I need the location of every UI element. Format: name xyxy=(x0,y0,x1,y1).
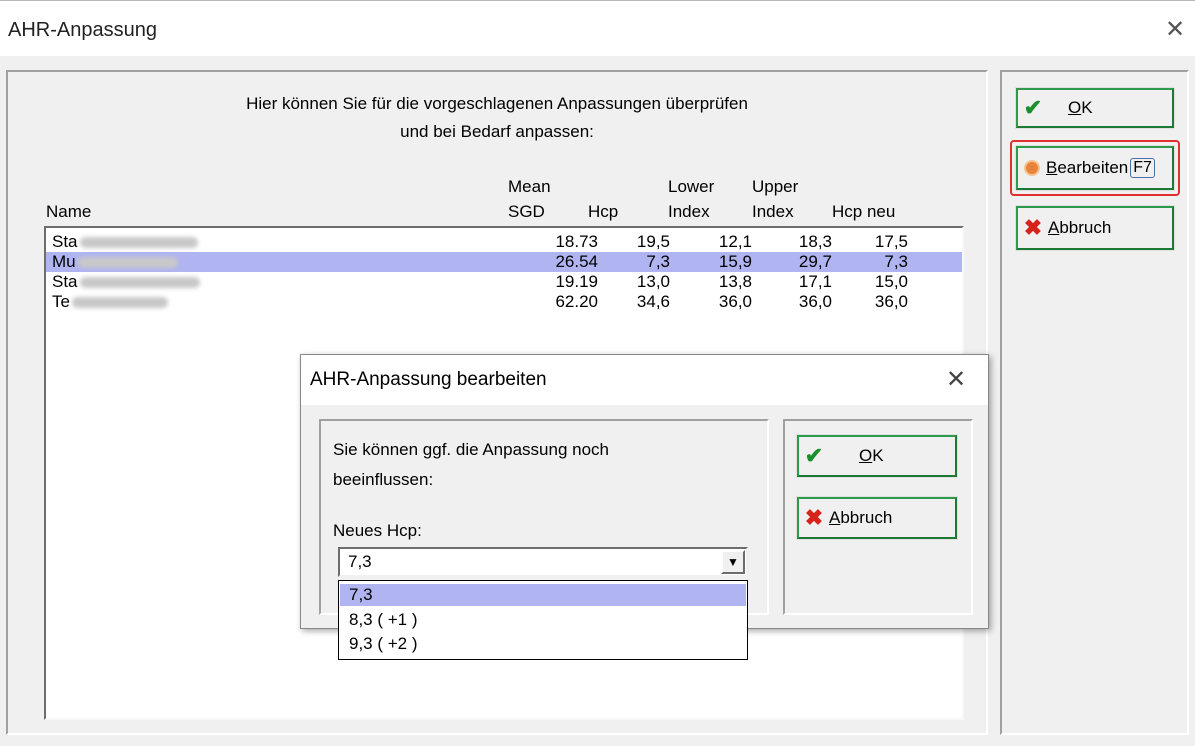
bearbeiten-button[interactable]: Bearbeiten F7 xyxy=(1016,146,1174,190)
ok-button-label: OK xyxy=(1068,98,1093,117)
close-icon[interactable]: ✕ xyxy=(1160,15,1190,44)
dialog-title: AHR-Anpassung bearbeiten xyxy=(310,369,547,390)
header-name: Name xyxy=(46,202,92,221)
dialog-ok-button[interactable]: ✔ OK xyxy=(797,435,957,477)
dropdown-arrow-icon[interactable]: ▼ xyxy=(721,550,745,574)
row-name: Mu xyxy=(52,252,76,271)
dialog-titlebar: AHR-Anpassung bearbeiten ✕ xyxy=(301,355,988,405)
shortcut-badge: F7 xyxy=(1130,158,1155,178)
check-icon: ✔ xyxy=(1023,95,1043,120)
bearbeiten-button-label: Bearbeiten xyxy=(1046,158,1129,177)
x-icon: ✖ xyxy=(804,505,824,530)
dialog-ok-label: OK xyxy=(859,446,884,465)
row-lower: 36,0 xyxy=(718,292,752,311)
main-titlebar: AHR-Anpassung ✕ xyxy=(0,0,1195,56)
header-mean-sgd: Mean SGD xyxy=(508,177,551,221)
table-row[interactable]: Sta 18.73 19,5 12,1 18,3 17,5 xyxy=(46,232,962,252)
ok-button[interactable]: ✔ OK xyxy=(1016,88,1174,128)
row-hcp: 7,3 xyxy=(646,252,670,271)
row-upper: 17,1 xyxy=(798,272,832,291)
row-hcp: 13,0 xyxy=(636,272,670,291)
row-lower: 13,8 xyxy=(718,272,752,291)
row-hcp: 19,5 xyxy=(636,232,670,251)
row-mean-sgd: 19.19 xyxy=(555,272,598,291)
header-hcp-neu: Hcp neu xyxy=(832,202,896,221)
redacted-name xyxy=(79,277,200,289)
table-row-selected[interactable]: Mu 26.54 7,3 15,9 29,7 7,3 xyxy=(46,252,962,272)
x-icon: ✖ xyxy=(1023,215,1043,240)
row-upper: 29,7 xyxy=(798,252,832,271)
dropdown-option[interactable]: 7,3 xyxy=(340,584,746,606)
redacted-name xyxy=(77,257,178,269)
row-mean-sgd: 26.54 xyxy=(555,252,598,271)
row-hcp-neu: 7,3 xyxy=(884,252,908,271)
edit-dot-icon xyxy=(1024,160,1040,176)
row-name: Te xyxy=(52,292,70,311)
row-mean-sgd: 62.20 xyxy=(555,292,598,311)
header-upper-index: Upper Index xyxy=(752,177,799,221)
row-name: Sta xyxy=(52,272,78,291)
abbruch-button[interactable]: ✖ Abbruch xyxy=(1016,206,1174,250)
dropdown-option[interactable]: 8,3 ( +1 ) xyxy=(340,609,746,631)
row-hcp-neu: 36,0 xyxy=(874,292,908,311)
combo-dropdown-list[interactable]: 7,3 8,3 ( +1 ) 9,3 ( +2 ) xyxy=(338,580,748,660)
redacted-name xyxy=(71,297,168,309)
row-hcp: 34,6 xyxy=(636,292,670,311)
row-upper: 36,0 xyxy=(798,292,832,311)
row-lower: 15,9 xyxy=(718,252,752,271)
row-name: Sta xyxy=(52,232,78,251)
dialog-abbruch-button[interactable]: ✖ Abbruch xyxy=(797,497,957,539)
close-icon[interactable]: ✕ xyxy=(941,365,971,394)
table-row[interactable]: Sta 19.19 13,0 13,8 17,1 15,0 xyxy=(46,272,962,292)
neues-hcp-combo[interactable]: 7,3 ▼ xyxy=(338,547,748,577)
row-hcp-neu: 15,0 xyxy=(874,272,908,291)
combo-value: 7,3 xyxy=(348,552,372,571)
header-lower-index: Lower Index xyxy=(668,177,715,221)
table-row[interactable]: Te 62.20 34,6 36,0 36,0 36,0 xyxy=(46,292,962,312)
neues-hcp-label: Neues Hcp: xyxy=(333,521,422,540)
dialog-message: Sie können ggf. die Anpassung noch beein… xyxy=(333,440,609,489)
intro-text: Hier können Sie für die vorgeschlagenen … xyxy=(0,90,994,146)
row-upper: 18,3 xyxy=(798,232,832,251)
dialog-abbruch-label: Abbruch xyxy=(829,508,893,527)
abbruch-button-label: Abbruch xyxy=(1048,218,1112,237)
redacted-name xyxy=(79,237,198,249)
row-lower: 12,1 xyxy=(718,232,752,251)
dropdown-option[interactable]: 9,3 ( +2 ) xyxy=(340,633,746,655)
check-icon: ✔ xyxy=(804,443,824,468)
row-mean-sgd: 18.73 xyxy=(555,232,598,251)
intro-line-2: und bei Bedarf anpassen: xyxy=(400,122,594,141)
window-title: AHR-Anpassung xyxy=(8,19,157,41)
row-hcp-neu: 17,5 xyxy=(874,232,908,251)
header-hcp: Hcp xyxy=(588,202,619,221)
intro-line-1: Hier können Sie für die vorgeschlagenen … xyxy=(246,94,748,113)
